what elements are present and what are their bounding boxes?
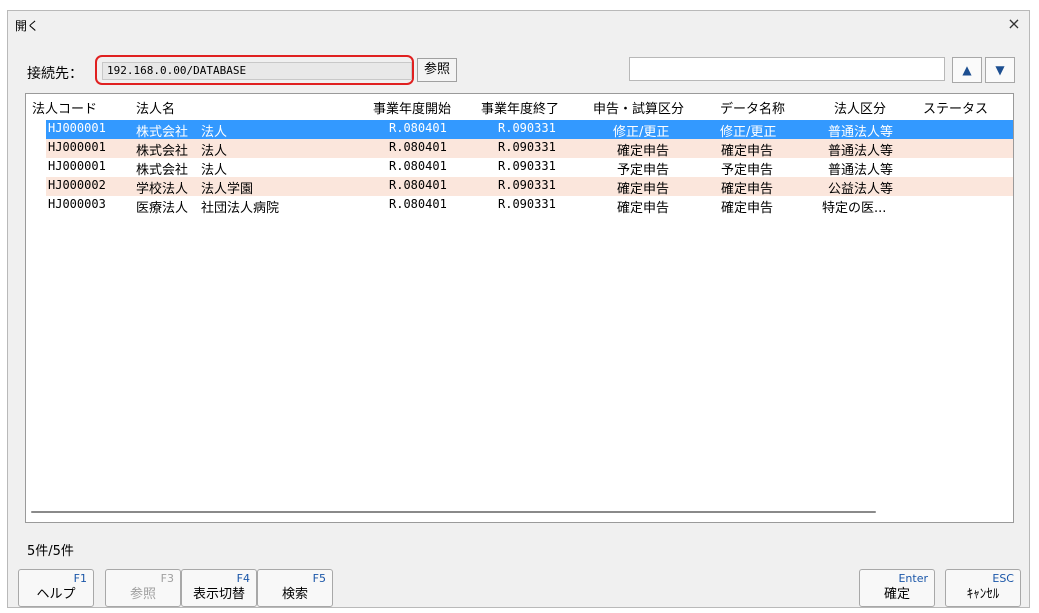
cell-filing-type: 修正/更正 (613, 125, 670, 140)
company-table[interactable]: 法人コード 法人名 事業年度開始 事業年度終了 申告・試算区分 データ名称 法人… (25, 93, 1014, 523)
reference-button[interactable]: F3 参照 (105, 569, 181, 607)
table-row[interactable]: HJ000003 医療法人 社団法人病院 R.080401 R.090331 確… (46, 196, 1013, 216)
cell-filing-type: 確定申告 (617, 182, 670, 197)
cell-data-name: 確定申告 (721, 182, 774, 197)
cell-category: 普通法人等 (828, 144, 894, 159)
open-dialog: 開く × 接続先： 192.168.0.00/DATABASE 参照 ▲ ▼ 法… (7, 10, 1030, 608)
cell-filing-type: 確定申告 (617, 144, 670, 159)
column-header-start[interactable]: 事業年度開始 (373, 98, 451, 117)
title-bar: 開く × (8, 11, 1029, 37)
column-header-end[interactable]: 事業年度終了 (481, 98, 559, 117)
column-header-data-name[interactable]: データ名称 (720, 98, 785, 117)
cell-end: R.090331 (498, 140, 556, 154)
browse-button[interactable]: 参照 (417, 58, 457, 82)
cell-category: 公益法人等 (828, 182, 894, 197)
triangle-down-icon: ▼ (995, 63, 1005, 77)
toggle-view-button[interactable]: F4 表示切替 (181, 569, 257, 607)
button-label: 確定 (883, 587, 910, 602)
cell-code: HJ000001 (48, 121, 106, 135)
cell-start: R.080401 (389, 159, 447, 173)
column-header-category[interactable]: 法人区分 (834, 98, 886, 117)
column-header-filing-type[interactable]: 申告・試算区分 (593, 98, 684, 117)
cell-code: HJ000001 (48, 140, 106, 154)
cell-name: 医療法人 社団法人病院 (136, 201, 280, 216)
cell-code: HJ000002 (48, 178, 106, 192)
horizontal-scrollbar[interactable] (28, 506, 1011, 518)
cell-code: HJ000001 (48, 159, 106, 173)
button-label: 検索 (281, 587, 308, 602)
cell-end: R.090331 (498, 159, 556, 173)
cell-data-name: 確定申告 (721, 144, 774, 159)
cell-end: R.090331 (498, 197, 556, 211)
cell-name: 株式会社 法人 (136, 163, 228, 178)
cell-category: 普通法人等 (828, 163, 894, 178)
move-down-button[interactable]: ▼ (985, 57, 1015, 83)
scrollbar-thumb[interactable] (31, 511, 876, 513)
confirm-button[interactable]: Enter 確定 (859, 569, 935, 607)
cell-start: R.080401 (389, 197, 447, 211)
search-button[interactable]: F5 検索 (257, 569, 333, 607)
cell-start: R.080401 (389, 140, 447, 154)
column-header-code[interactable]: 法人コード (32, 98, 97, 117)
move-up-button[interactable]: ▲ (952, 57, 982, 83)
cell-start: R.080401 (389, 178, 447, 192)
column-header-name[interactable]: 法人名 (136, 98, 175, 117)
table-header: 法人コード 法人名 事業年度開始 事業年度終了 申告・試算区分 データ名称 法人… (26, 94, 1013, 117)
column-header-status[interactable]: ステータス (923, 98, 988, 117)
cell-name: 株式会社 法人 (136, 144, 228, 159)
table-row[interactable]: HJ000002 学校法人 法人学園 R.080401 R.090331 確定申… (46, 177, 1013, 197)
cancel-button[interactable]: ESC ｷｬﾝｾﾙ (945, 569, 1021, 607)
cell-start: R.080401 (389, 121, 447, 135)
button-label: ｷｬﾝｾﾙ (966, 587, 1000, 602)
table-row[interactable]: HJ000001 株式会社 法人 R.080401 R.090331 確定申告 … (46, 139, 1013, 159)
table-row[interactable]: HJ000001 株式会社 法人 R.080401 R.090331 予定申告 … (46, 158, 1013, 178)
cell-data-name: 修正/更正 (720, 125, 777, 140)
dialog-title: 開く (15, 19, 40, 33)
triangle-up-icon: ▲ (962, 63, 972, 77)
cell-name: 株式会社 法人 (136, 125, 228, 140)
cell-end: R.090331 (498, 121, 556, 135)
connection-label: 接続先： (27, 66, 83, 82)
button-label: 参照 (129, 587, 156, 602)
connection-highlight: 192.168.0.00/DATABASE (95, 55, 414, 85)
close-icon[interactable]: × (1003, 13, 1025, 35)
button-label: ヘルプ (36, 587, 76, 602)
search-input[interactable] (629, 57, 945, 81)
button-label: 表示切替 (192, 587, 245, 602)
cell-data-name: 確定申告 (721, 201, 774, 216)
connection-field: 192.168.0.00/DATABASE (102, 62, 412, 80)
table-row[interactable]: HJ000001 株式会社 法人 R.080401 R.090331 修正/更正… (46, 120, 1013, 140)
cell-data-name: 予定申告 (721, 163, 774, 178)
help-button[interactable]: F1 ヘルプ (18, 569, 94, 607)
cell-end: R.090331 (498, 178, 556, 192)
cell-filing-type: 予定申告 (617, 163, 670, 178)
cell-code: HJ000003 (48, 197, 106, 211)
cell-category: 特定の医... (822, 201, 887, 216)
record-count: 5件/5件 (27, 544, 74, 559)
cell-name: 学校法人 法人学園 (136, 182, 254, 197)
cell-filing-type: 確定申告 (617, 201, 670, 216)
cell-category: 普通法人等 (828, 125, 894, 140)
